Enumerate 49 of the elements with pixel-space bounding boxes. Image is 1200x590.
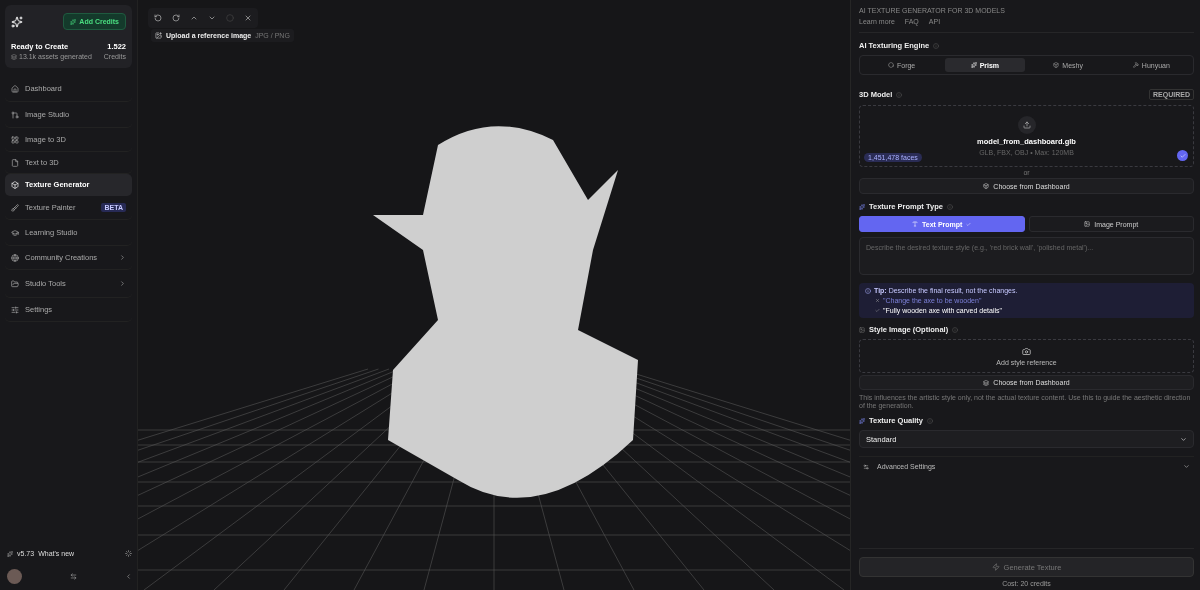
info-icon xyxy=(865,287,871,294)
stack-icon xyxy=(11,53,17,60)
cube-icon xyxy=(983,183,990,189)
image-icon xyxy=(859,326,865,333)
stack-icon xyxy=(983,379,990,386)
folder-icon xyxy=(11,279,19,288)
sparkle-icon xyxy=(7,550,13,557)
logo-icon xyxy=(11,15,23,28)
brush-icon xyxy=(11,203,19,212)
settings-icon xyxy=(863,463,869,470)
globe-icon xyxy=(11,253,19,262)
sparkle-icon xyxy=(70,18,77,25)
camera-icon xyxy=(1022,346,1031,356)
cube-icon xyxy=(1053,62,1060,68)
cube-icon xyxy=(11,180,19,189)
cross-icon xyxy=(875,298,880,303)
chevron-down-icon xyxy=(1183,463,1190,471)
grid-icon xyxy=(11,135,19,144)
swap-icon xyxy=(70,573,77,580)
loading-icon xyxy=(125,550,132,557)
check-icon xyxy=(875,308,880,313)
info-icon xyxy=(927,417,934,424)
chevron-down-icon xyxy=(1180,435,1187,443)
file-icon xyxy=(11,158,19,167)
info-icon xyxy=(952,326,959,333)
info-icon xyxy=(933,42,940,49)
graduation-cap-icon xyxy=(11,228,19,237)
upload-icon xyxy=(1017,116,1036,134)
lightning-icon xyxy=(991,563,1000,571)
image-icon xyxy=(155,32,162,39)
image-icon xyxy=(1084,221,1091,227)
home-icon xyxy=(11,84,19,93)
undo-icon[interactable] xyxy=(151,11,165,25)
collapse-icon xyxy=(125,573,132,580)
branch-icon xyxy=(11,110,19,119)
redo-icon[interactable] xyxy=(169,11,183,25)
sparkle-icon xyxy=(859,417,865,424)
chevron-right-icon xyxy=(119,280,126,287)
check-icon xyxy=(966,221,972,227)
chevron-right-icon xyxy=(119,254,126,261)
info-icon xyxy=(946,203,953,210)
hexagon-icon xyxy=(887,62,894,68)
hammer-icon xyxy=(1132,62,1139,68)
info-icon xyxy=(896,91,903,98)
avatar[interactable] xyxy=(7,569,22,584)
sparkle-icon xyxy=(970,62,977,68)
text-icon xyxy=(912,221,919,227)
sparkle-icon xyxy=(859,203,865,210)
sliders-icon xyxy=(11,305,19,314)
